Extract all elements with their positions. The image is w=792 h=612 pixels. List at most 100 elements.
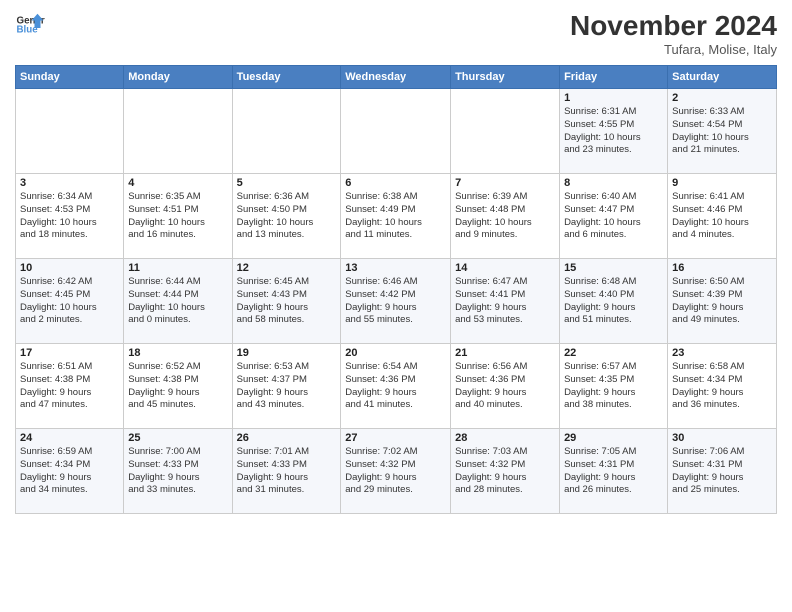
col-monday: Monday bbox=[124, 66, 232, 89]
day-info: Sunrise: 6:52 AM Sunset: 4:38 PM Dayligh… bbox=[128, 361, 227, 412]
day-number: 20 bbox=[345, 347, 446, 359]
day-number: 15 bbox=[564, 262, 663, 274]
col-sunday: Sunday bbox=[16, 66, 124, 89]
day-info: Sunrise: 6:59 AM Sunset: 4:34 PM Dayligh… bbox=[20, 446, 119, 497]
day-info: Sunrise: 6:53 AM Sunset: 4:37 PM Dayligh… bbox=[237, 361, 337, 412]
table-cell bbox=[124, 89, 232, 174]
table-cell: 21Sunrise: 6:56 AM Sunset: 4:36 PM Dayli… bbox=[451, 344, 560, 429]
week-row-4: 24 Sunrise: 6:59 AM Sunset: 4:34 PM Dayli… bbox=[16, 429, 777, 514]
col-saturday: Saturday bbox=[668, 66, 777, 89]
day-info: Sunrise: 6:42 AM Sunset: 4:45 PM Dayligh… bbox=[20, 276, 119, 327]
table-cell: 12Sunrise: 6:45 AM Sunset: 4:43 PM Dayli… bbox=[232, 259, 341, 344]
week-row-3: 17 Sunrise: 6:51 AM Sunset: 4:38 PM Dayli… bbox=[16, 344, 777, 429]
day-info: Sunrise: 6:48 AM Sunset: 4:40 PM Dayligh… bbox=[564, 276, 663, 327]
day-number: 28 bbox=[455, 432, 555, 444]
day-number: 22 bbox=[564, 347, 663, 359]
day-number: 26 bbox=[237, 432, 337, 444]
month-title: November 2024 bbox=[570, 10, 777, 42]
table-cell bbox=[232, 89, 341, 174]
day-info: Sunrise: 6:39 AM Sunset: 4:48 PM Dayligh… bbox=[455, 191, 555, 242]
table-cell: 11 Sunrise: 6:44 AM Sunset: 4:44 PM Dayli… bbox=[124, 259, 232, 344]
day-number: 29 bbox=[564, 432, 663, 444]
day-info: Sunrise: 6:54 AM Sunset: 4:36 PM Dayligh… bbox=[345, 361, 446, 412]
day-info: Sunrise: 7:02 AM Sunset: 4:32 PM Dayligh… bbox=[345, 446, 446, 497]
table-cell: 25 Sunrise: 7:00 AM Sunset: 4:33 PM Dayli… bbox=[124, 429, 232, 514]
table-cell bbox=[16, 89, 124, 174]
day-number: 10 bbox=[20, 262, 119, 274]
table-cell: 9 Sunrise: 6:41 AM Sunset: 4:46 PM Daylig… bbox=[668, 174, 777, 259]
day-info: Sunrise: 6:35 AM Sunset: 4:51 PM Dayligh… bbox=[128, 191, 227, 242]
day-info: Sunrise: 6:44 AM Sunset: 4:44 PM Dayligh… bbox=[128, 276, 227, 327]
table-cell: 5Sunrise: 6:36 AM Sunset: 4:50 PM Daylig… bbox=[232, 174, 341, 259]
day-info: Sunrise: 6:56 AM Sunset: 4:36 PM Dayligh… bbox=[455, 361, 555, 412]
day-number: 24 bbox=[20, 432, 119, 444]
table-cell: 18 Sunrise: 6:52 AM Sunset: 4:38 PM Dayli… bbox=[124, 344, 232, 429]
col-thursday: Thursday bbox=[451, 66, 560, 89]
table-cell bbox=[341, 89, 451, 174]
col-wednesday: Wednesday bbox=[341, 66, 451, 89]
table-cell: 13 Sunrise: 6:46 AM Sunset: 4:42 PM Dayli… bbox=[341, 259, 451, 344]
logo-icon: General Blue bbox=[15, 10, 45, 40]
table-cell: 15 Sunrise: 6:48 AM Sunset: 4:40 PM Dayli… bbox=[560, 259, 668, 344]
day-info: Sunrise: 7:00 AM Sunset: 4:33 PM Dayligh… bbox=[128, 446, 227, 497]
day-info: Sunrise: 6:31 AM Sunset: 4:55 PM Dayligh… bbox=[564, 106, 663, 157]
week-row-2: 10 Sunrise: 6:42 AM Sunset: 4:45 PM Dayli… bbox=[16, 259, 777, 344]
header: General Blue November 2024 Tufara, Molis… bbox=[15, 10, 777, 57]
table-cell: 30Sunrise: 7:06 AM Sunset: 4:31 PM Dayli… bbox=[668, 429, 777, 514]
day-number: 30 bbox=[672, 432, 772, 444]
day-number: 25 bbox=[128, 432, 227, 444]
day-number: 23 bbox=[672, 347, 772, 359]
table-cell: 19 Sunrise: 6:53 AM Sunset: 4:37 PM Dayli… bbox=[232, 344, 341, 429]
day-number: 16 bbox=[672, 262, 772, 274]
table-cell: 2Sunrise: 6:33 AM Sunset: 4:54 PM Daylig… bbox=[668, 89, 777, 174]
day-number: 8 bbox=[564, 177, 663, 189]
col-tuesday: Tuesday bbox=[232, 66, 341, 89]
day-info: Sunrise: 6:41 AM Sunset: 4:46 PM Dayligh… bbox=[672, 191, 772, 242]
table-cell: 3Sunrise: 6:34 AM Sunset: 4:53 PM Daylig… bbox=[16, 174, 124, 259]
day-info: Sunrise: 6:47 AM Sunset: 4:41 PM Dayligh… bbox=[455, 276, 555, 327]
title-block: November 2024 Tufara, Molise, Italy bbox=[570, 10, 777, 57]
table-cell: 20 Sunrise: 6:54 AM Sunset: 4:36 PM Dayli… bbox=[341, 344, 451, 429]
week-row-0: 1 Sunrise: 6:31 AM Sunset: 4:55 PM Daylig… bbox=[16, 89, 777, 174]
day-number: 11 bbox=[128, 262, 227, 274]
day-number: 13 bbox=[345, 262, 446, 274]
table-cell: 6 Sunrise: 6:38 AM Sunset: 4:49 PM Daylig… bbox=[341, 174, 451, 259]
day-info: Sunrise: 6:46 AM Sunset: 4:42 PM Dayligh… bbox=[345, 276, 446, 327]
table-cell: 16 Sunrise: 6:50 AM Sunset: 4:39 PM Dayli… bbox=[668, 259, 777, 344]
day-info: Sunrise: 6:51 AM Sunset: 4:38 PM Dayligh… bbox=[20, 361, 119, 412]
table-cell: 24 Sunrise: 6:59 AM Sunset: 4:34 PM Dayli… bbox=[16, 429, 124, 514]
day-number: 1 bbox=[564, 92, 663, 104]
day-info: Sunrise: 7:05 AM Sunset: 4:31 PM Dayligh… bbox=[564, 446, 663, 497]
location: Tufara, Molise, Italy bbox=[570, 42, 777, 57]
table-cell: 29 Sunrise: 7:05 AM Sunset: 4:31 PM Dayli… bbox=[560, 429, 668, 514]
day-info: Sunrise: 6:57 AM Sunset: 4:35 PM Dayligh… bbox=[564, 361, 663, 412]
table-cell: 23 Sunrise: 6:58 AM Sunset: 4:34 PM Dayli… bbox=[668, 344, 777, 429]
day-info: Sunrise: 6:58 AM Sunset: 4:34 PM Dayligh… bbox=[672, 361, 772, 412]
table-cell: 8Sunrise: 6:40 AM Sunset: 4:47 PM Daylig… bbox=[560, 174, 668, 259]
table-cell: 17 Sunrise: 6:51 AM Sunset: 4:38 PM Dayli… bbox=[16, 344, 124, 429]
day-info: Sunrise: 6:45 AM Sunset: 4:43 PM Dayligh… bbox=[237, 276, 337, 327]
day-info: Sunrise: 6:33 AM Sunset: 4:54 PM Dayligh… bbox=[672, 106, 772, 157]
logo: General Blue bbox=[15, 10, 45, 40]
table-cell: 10 Sunrise: 6:42 AM Sunset: 4:45 PM Dayli… bbox=[16, 259, 124, 344]
day-info: Sunrise: 6:36 AM Sunset: 4:50 PM Dayligh… bbox=[237, 191, 337, 242]
day-number: 17 bbox=[20, 347, 119, 359]
col-friday: Friday bbox=[560, 66, 668, 89]
table-cell: 14Sunrise: 6:47 AM Sunset: 4:41 PM Dayli… bbox=[451, 259, 560, 344]
day-number: 18 bbox=[128, 347, 227, 359]
table-cell: 4Sunrise: 6:35 AM Sunset: 4:51 PM Daylig… bbox=[124, 174, 232, 259]
table-cell: 27 Sunrise: 7:02 AM Sunset: 4:32 PM Dayli… bbox=[341, 429, 451, 514]
day-info: Sunrise: 7:01 AM Sunset: 4:33 PM Dayligh… bbox=[237, 446, 337, 497]
day-info: Sunrise: 6:38 AM Sunset: 4:49 PM Dayligh… bbox=[345, 191, 446, 242]
day-info: Sunrise: 6:34 AM Sunset: 4:53 PM Dayligh… bbox=[20, 191, 119, 242]
day-number: 27 bbox=[345, 432, 446, 444]
day-number: 9 bbox=[672, 177, 772, 189]
day-number: 7 bbox=[455, 177, 555, 189]
day-number: 19 bbox=[237, 347, 337, 359]
table-cell bbox=[451, 89, 560, 174]
day-number: 6 bbox=[345, 177, 446, 189]
table-cell: 28Sunrise: 7:03 AM Sunset: 4:32 PM Dayli… bbox=[451, 429, 560, 514]
page: General Blue November 2024 Tufara, Molis… bbox=[0, 0, 792, 612]
week-row-1: 3Sunrise: 6:34 AM Sunset: 4:53 PM Daylig… bbox=[16, 174, 777, 259]
day-info: Sunrise: 6:50 AM Sunset: 4:39 PM Dayligh… bbox=[672, 276, 772, 327]
